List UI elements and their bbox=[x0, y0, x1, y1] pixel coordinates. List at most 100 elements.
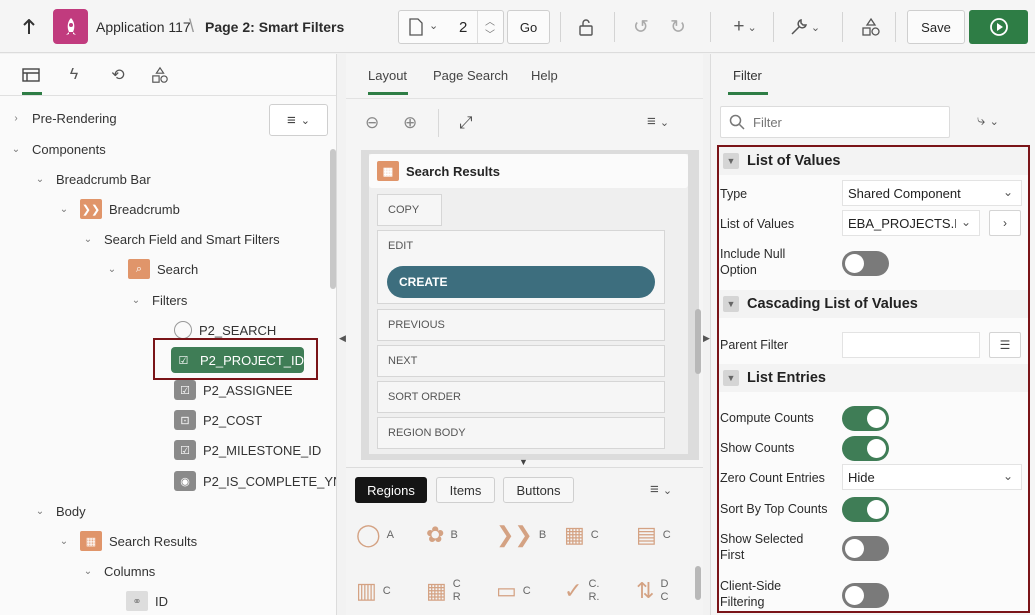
zoom-out-icon[interactable]: ⊖ bbox=[365, 113, 379, 133]
gallery-item-breadcrumb[interactable]: ❯❯ B bbox=[496, 522, 546, 548]
collapse-right-arrow-icon[interactable]: ▶ bbox=[703, 333, 710, 344]
group-list-entries[interactable]: ▼ List Entries bbox=[719, 364, 1028, 392]
tree-node-search[interactable]: ⌄ ⌕ Search bbox=[106, 258, 198, 280]
tree-node-search-field[interactable]: ⌄ Search Field and Smart Filters bbox=[82, 228, 280, 250]
chevron-down-icon[interactable]: ⌄ bbox=[34, 506, 46, 517]
tab-filter[interactable]: Filter bbox=[733, 68, 762, 83]
list-of-values-select[interactable]: EBA_PROJECTS.N ⌄ bbox=[842, 210, 980, 236]
gallery-item-comments[interactable]: ▭ C bbox=[496, 578, 531, 604]
tree-item-p2-cost[interactable]: ⊡ P2_COST bbox=[174, 409, 262, 431]
layout-menu-icon[interactable]: ≡ ⌄ bbox=[647, 113, 669, 130]
chevron-down-icon[interactable]: ⌄ bbox=[34, 174, 46, 185]
property-filter-input[interactable] bbox=[753, 114, 933, 130]
tab-page-search[interactable]: Page Search bbox=[433, 68, 508, 83]
type-select[interactable]: Shared Component ⌄ bbox=[842, 180, 1022, 206]
tree-node-body[interactable]: ⌄ Body bbox=[34, 500, 86, 522]
tree-item-id[interactable]: ⚭ ID bbox=[126, 590, 168, 612]
tree-node-breadcrumb-bar[interactable]: ⌄ Breadcrumb Bar bbox=[34, 168, 151, 190]
include-null-toggle[interactable] bbox=[842, 251, 889, 276]
collapse-left-arrow-icon[interactable]: ◀ bbox=[339, 333, 346, 344]
chevron-down-icon[interactable]: ⌄ bbox=[58, 204, 70, 215]
processing-tab-icon[interactable]: ⟲ bbox=[107, 64, 129, 86]
slot-sort-order[interactable]: SORT ORDER bbox=[377, 381, 665, 413]
gallery-item-avatar[interactable]: ◯ A bbox=[356, 522, 394, 548]
slot-next[interactable]: NEXT bbox=[377, 345, 665, 377]
zero-count-select[interactable]: Hide ⌄ bbox=[842, 464, 1022, 490]
tree-node-breadcrumb[interactable]: ⌄ ❯❯ Breadcrumb bbox=[58, 198, 180, 220]
chevron-right-icon[interactable]: › bbox=[10, 113, 22, 124]
go-button[interactable]: Go bbox=[507, 10, 550, 44]
chevron-down-icon[interactable]: ⌄ bbox=[130, 295, 142, 306]
tree-item-p2-milestone-id[interactable]: ☑ P2_MILESTONE_ID bbox=[174, 439, 321, 461]
gallery-item-card[interactable]: ▤ C bbox=[636, 522, 671, 548]
chevron-down-icon[interactable]: ⌄ bbox=[82, 566, 94, 577]
tree-node-pre-rendering[interactable]: › Pre-Rendering bbox=[10, 107, 116, 129]
gallery-item-calendar[interactable]: ▦ C bbox=[564, 522, 599, 548]
slot-copy[interactable]: COPY bbox=[377, 194, 442, 226]
tab-help[interactable]: Help bbox=[531, 68, 558, 83]
app-logo-icon[interactable] bbox=[53, 9, 88, 44]
chevron-down-icon[interactable]: ⌄ bbox=[106, 264, 118, 275]
tree-scrollbar[interactable] bbox=[330, 149, 336, 289]
create-menu-icon[interactable]: + ⌄ bbox=[728, 10, 762, 44]
gallery-item-classic-report[interactable]: ▦ C R bbox=[426, 578, 461, 604]
list-picker-button[interactable]: ☰ bbox=[989, 332, 1021, 358]
chevron-down-icon[interactable]: ⌄ bbox=[82, 234, 94, 245]
expand-icon[interactable]: ⤢ bbox=[459, 113, 473, 133]
save-button[interactable]: Save bbox=[907, 10, 965, 44]
parent-filter-field[interactable] bbox=[842, 332, 980, 358]
client-side-filtering-toggle[interactable] bbox=[842, 583, 889, 608]
splitter-down-arrow-icon[interactable]: ▼ bbox=[519, 457, 528, 467]
property-filter-field[interactable] bbox=[720, 106, 950, 138]
tab-buttons[interactable]: Buttons bbox=[503, 477, 574, 503]
chevron-down-icon[interactable]: ⌄ bbox=[429, 19, 438, 32]
tree-node-search-results[interactable]: ⌄ ▦ Search Results bbox=[58, 530, 197, 552]
region-search-results[interactable]: ▦ Search Results COPY EDIT CREATE PREVIO… bbox=[369, 154, 688, 454]
chevron-down-icon[interactable]: ▼ bbox=[723, 370, 739, 386]
tab-items[interactable]: Items bbox=[436, 477, 495, 503]
stepper-down-icon[interactable]: ﹀ bbox=[485, 26, 495, 41]
tab-layout[interactable]: Layout bbox=[368, 68, 407, 83]
compute-counts-toggle[interactable] bbox=[842, 406, 889, 431]
tree-menu-button[interactable]: ≡ ⌄ bbox=[269, 104, 328, 136]
tree-node-columns[interactable]: ⌄ Columns bbox=[82, 560, 156, 582]
gallery-item-badge[interactable]: ✿ B bbox=[426, 522, 458, 548]
gallery-menu-icon[interactable]: ≡ ⌄ bbox=[650, 481, 672, 498]
tab-regions[interactable]: Regions bbox=[355, 477, 427, 503]
chevron-down-icon[interactable]: ⌄ bbox=[10, 144, 22, 155]
show-selected-first-toggle[interactable] bbox=[842, 536, 889, 561]
region-header[interactable]: ▦ Search Results bbox=[369, 154, 688, 188]
go-to-lov-button[interactable]: › bbox=[989, 210, 1021, 236]
undo-icon[interactable]: ↺ bbox=[630, 10, 652, 44]
chevron-down-icon[interactable]: ⌄ bbox=[58, 536, 70, 547]
page-selector[interactable]: ⌄ 2 ︿ ﹀ bbox=[398, 10, 504, 44]
create-button[interactable]: CREATE bbox=[387, 266, 655, 298]
show-counts-toggle[interactable] bbox=[842, 436, 889, 461]
chevron-down-icon[interactable]: ▼ bbox=[723, 153, 739, 169]
tree-node-components[interactable]: ⌄ Components bbox=[10, 138, 106, 160]
shared-components-tab-icon[interactable] bbox=[149, 64, 171, 86]
chevron-down-icon[interactable]: ▼ bbox=[723, 296, 739, 312]
gallery-item-chart[interactable]: ▥ C bbox=[356, 578, 391, 604]
slot-region-body[interactable]: REGION BODY bbox=[377, 417, 665, 449]
tree-item-p2-is-complete-yn[interactable]: ◉ P2_IS_COMPLETE_YN bbox=[174, 470, 336, 492]
dynamic-actions-tab-icon[interactable]: ϟ bbox=[63, 64, 85, 86]
app-name[interactable]: Application 117 bbox=[96, 19, 191, 35]
tree-item-p2-assignee[interactable]: ☑ P2_ASSIGNEE bbox=[174, 379, 293, 401]
group-cascading-lov[interactable]: ▼ Cascading List of Values bbox=[719, 290, 1028, 318]
up-arrow-icon[interactable] bbox=[18, 10, 40, 44]
go-to-group-icon[interactable]: ⤷ ⌄ bbox=[977, 112, 999, 129]
gallery-scrollbar[interactable] bbox=[695, 566, 701, 600]
tree-node-filters[interactable]: ⌄ Filters bbox=[130, 289, 188, 311]
group-list-of-values[interactable]: ▼ List of Values bbox=[719, 147, 1028, 175]
redo-icon[interactable]: ↻ bbox=[667, 10, 689, 44]
sort-top-counts-toggle[interactable] bbox=[842, 497, 889, 522]
unlock-icon[interactable] bbox=[575, 10, 597, 44]
gallery-item-content-row[interactable]: ✓ C. R. bbox=[564, 578, 599, 604]
layout-scrollbar[interactable] bbox=[695, 309, 701, 374]
page-number-input[interactable]: 2 bbox=[459, 19, 467, 36]
gallery-item-dynamic-content[interactable]: ⇅ D C bbox=[636, 578, 668, 604]
run-page-button[interactable] bbox=[969, 10, 1028, 44]
slot-previous[interactable]: PREVIOUS bbox=[377, 309, 665, 341]
zoom-in-icon[interactable]: ⊕ bbox=[403, 113, 417, 133]
